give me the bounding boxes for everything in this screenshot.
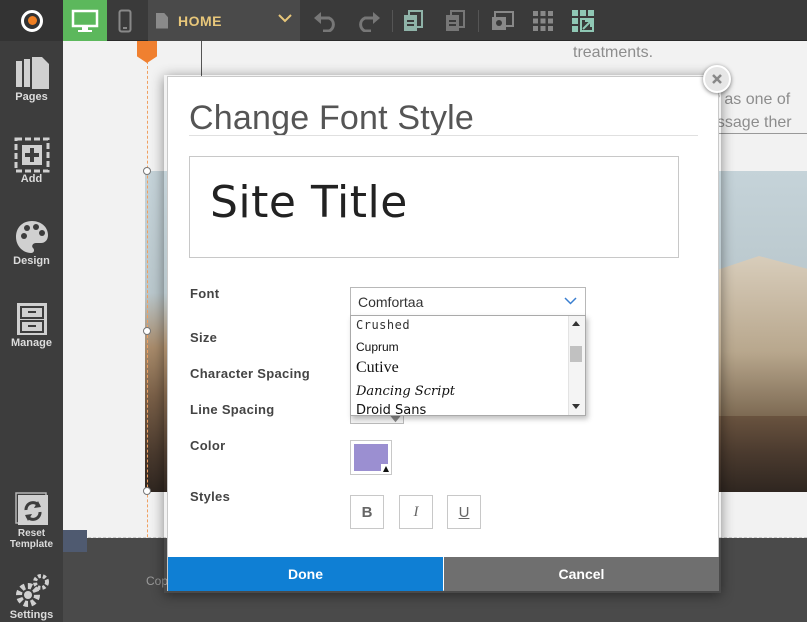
font-select[interactable]: Comfortaa — [350, 287, 586, 316]
dialog-title: Change Font Style — [189, 99, 475, 137]
chevron-down-icon — [564, 297, 577, 305]
add-icon — [14, 137, 49, 173]
line-spacing-stepper[interactable] — [350, 416, 404, 424]
drag-handle[interactable] — [137, 41, 157, 63]
italic-button[interactable]: I — [399, 495, 433, 529]
pages-icon — [15, 57, 49, 89]
page-text: treatments. — [573, 44, 654, 61]
sidebar-item-label: Settings — [9, 609, 54, 621]
divider — [201, 41, 202, 77]
mobile-icon — [118, 9, 132, 32]
font-option-cutive[interactable]: Cutive — [356, 359, 399, 377]
drag-handle[interactable] — [63, 530, 87, 552]
redo-button[interactable] — [350, 0, 386, 41]
sidebar-item-label: Reset — [17, 528, 46, 539]
underline-button[interactable]: U — [447, 495, 481, 529]
desktop-view-button[interactable] — [63, 0, 107, 41]
logo-icon — [20, 9, 43, 32]
sidebar-item-reset-template[interactable]: Reset Template — [0, 491, 63, 550]
font-dropdown-list[interactable]: Crushed Cuprum Cutive Dancing Script Dro… — [350, 315, 586, 416]
sidebar-item-label: Template — [9, 539, 54, 550]
publish-icon — [572, 9, 594, 32]
left-sidebar: Pages Add Design Manage Reset Template S… — [0, 41, 63, 622]
copy-pages-button[interactable] — [396, 0, 430, 41]
sidebar-item-label: Add — [20, 173, 43, 185]
redo-icon — [359, 11, 380, 32]
page-name: HOME — [178, 12, 222, 29]
cabinet-icon — [16, 303, 47, 335]
character-spacing-label: Character Spacing — [190, 366, 310, 381]
sidebar-item-pages[interactable]: Pages — [0, 55, 63, 103]
color-picker-arrow-icon — [381, 464, 390, 473]
scroll-up-arrow-icon[interactable] — [572, 321, 580, 326]
font-option-droid-sans[interactable]: Droid Sans — [356, 403, 426, 415]
desktop-icon — [71, 9, 99, 32]
sidebar-item-label: Design — [13, 255, 50, 267]
sidebar-item-label: Manage — [11, 337, 52, 349]
line-spacing-label: Line Spacing — [190, 402, 275, 417]
publish-button[interactable] — [566, 0, 600, 41]
sidebar-item-label: Pages — [15, 91, 48, 103]
page-icon — [156, 12, 168, 29]
grid-button[interactable] — [526, 0, 560, 41]
dropdown-scrollbar[interactable] — [568, 316, 585, 415]
divider — [189, 135, 698, 136]
bold-button[interactable]: B — [350, 495, 384, 529]
cancel-button[interactable]: Cancel — [444, 557, 719, 591]
grid-icon — [533, 10, 553, 31]
reset-icon — [14, 492, 48, 525]
scroll-thumb[interactable] — [570, 346, 582, 362]
font-preview: Site Title — [189, 156, 679, 258]
done-button[interactable]: Done — [168, 557, 443, 591]
color-picker[interactable] — [350, 440, 392, 475]
preview-button[interactable] — [486, 0, 520, 41]
sidebar-item-settings[interactable]: Settings — [0, 573, 63, 621]
font-option-crushed[interactable]: Crushed — [356, 318, 410, 332]
paste-button[interactable] — [438, 0, 472, 41]
toolbar-divider — [392, 10, 393, 32]
toolbar-divider — [478, 10, 479, 32]
color-label: Color — [190, 438, 226, 453]
sidebar-item-manage[interactable]: Manage — [0, 301, 63, 349]
resize-handle[interactable] — [143, 167, 151, 175]
size-label: Size — [190, 330, 218, 345]
top-toolbar: HOME — [0, 0, 807, 41]
styles-label: Styles — [190, 489, 231, 504]
font-select-value: Comfortaa — [358, 293, 424, 310]
preview-icon — [492, 10, 514, 30]
chevron-down-icon — [278, 14, 292, 23]
close-icon — [712, 74, 722, 84]
undo-icon — [314, 11, 335, 32]
scroll-down-arrow-icon[interactable] — [572, 404, 580, 409]
undo-button[interactable] — [308, 0, 344, 41]
paste-icon — [446, 9, 465, 31]
sidebar-item-design[interactable]: Design — [0, 219, 63, 267]
gears-icon — [15, 574, 49, 607]
preview-text: Site Title — [210, 177, 408, 228]
page-selector[interactable]: HOME — [148, 0, 300, 41]
copy-pages-icon — [404, 9, 423, 31]
font-option-dancing-script[interactable]: Dancing Script — [356, 384, 455, 399]
change-font-style-dialog: Change Font Style Site Title Font Size C… — [167, 76, 719, 591]
close-dialog-button[interactable] — [703, 65, 731, 93]
palette-icon — [15, 221, 48, 253]
resize-handle[interactable] — [143, 327, 151, 335]
sidebar-item-add[interactable]: Add — [0, 137, 63, 185]
resize-handle[interactable] — [143, 487, 151, 495]
logo[interactable] — [0, 0, 63, 41]
mobile-view-button[interactable] — [107, 0, 143, 41]
font-label: Font — [190, 286, 220, 301]
font-option-cuprum[interactable]: Cuprum — [356, 340, 399, 354]
